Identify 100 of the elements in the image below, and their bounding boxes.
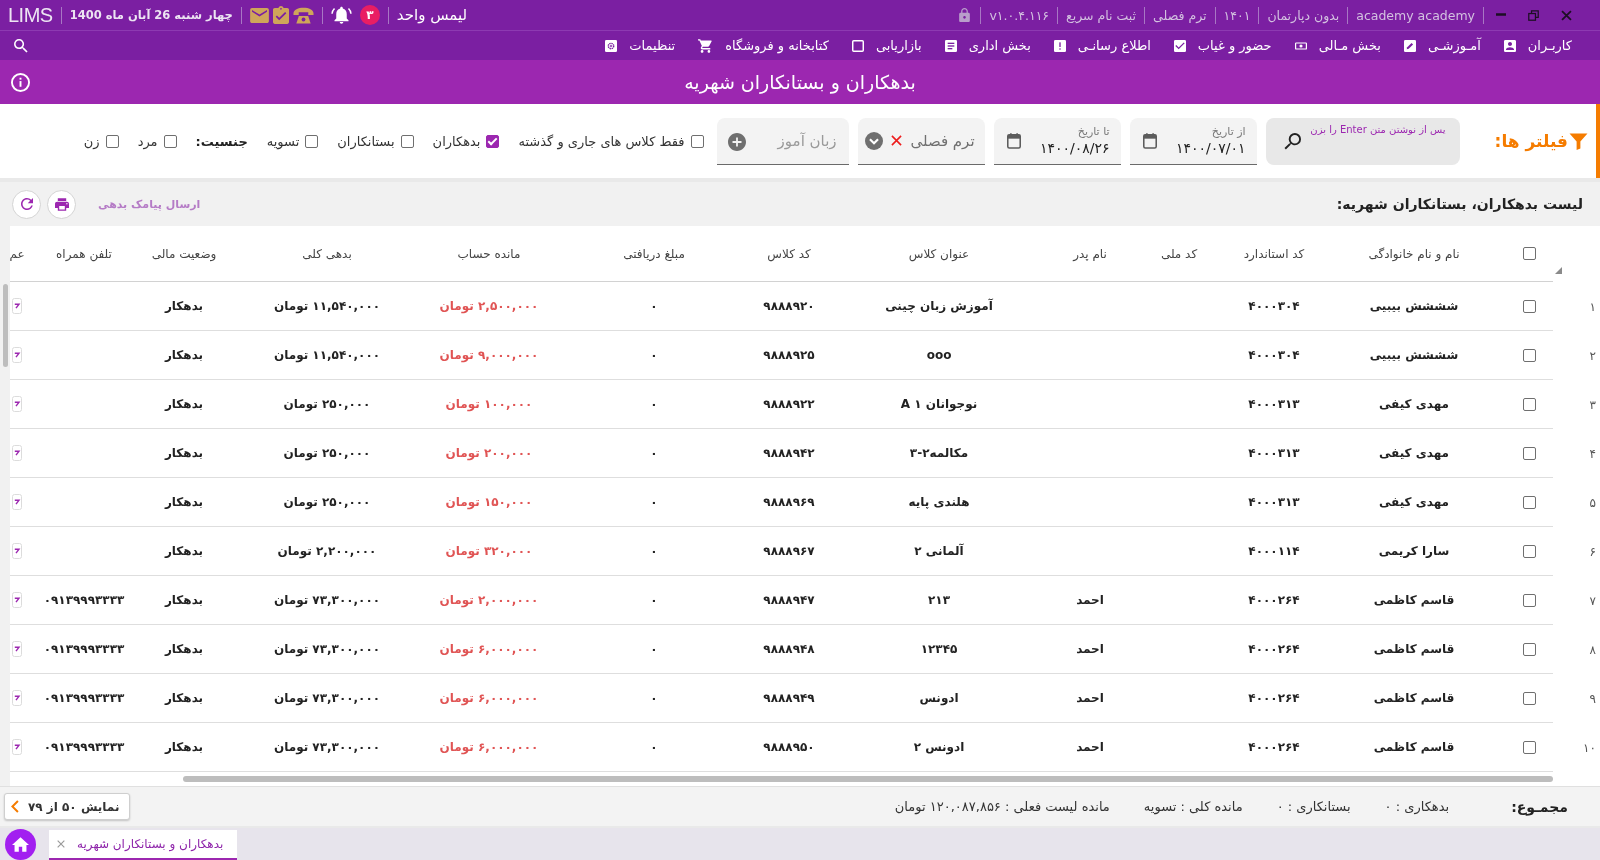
checkbox[interactable] (1522, 740, 1536, 754)
column-header[interactable]: کد استاندارد (1243, 246, 1305, 261)
close-icon[interactable] (57, 840, 65, 848)
table-cell: بدهکار (164, 495, 204, 509)
year-selector[interactable]: ۱۴۰۱ (1223, 7, 1251, 23)
list-title: لیست بدهکاران، بستانکاران شهریه: (1336, 196, 1583, 212)
unit-name[interactable]: لیمس واحد (396, 6, 468, 24)
mail-icon[interactable] (249, 7, 269, 23)
nav-menu-item[interactable]: کتابخانه و فروشگاه (698, 33, 829, 58)
column-header[interactable]: تلفن همراه (56, 246, 112, 261)
table-cell: ۷۳,۳۰۰,۰۰۰ تومان (273, 691, 381, 705)
checkbox[interactable] (486, 134, 500, 148)
term-selector[interactable]: ترم فصلی (1153, 7, 1207, 23)
row-action-icon[interactable] (12, 298, 22, 314)
horizontal-scrollbar[interactable] (183, 776, 1553, 782)
date-to-field[interactable]: ۱۴۰۰/۰۸/۲۶ (1028, 140, 1110, 156)
row-action-icon[interactable] (12, 347, 22, 363)
table-cell: ۰۹۱۳۹۹۹۳۳۳۳ (43, 593, 125, 607)
row-action-icon[interactable] (12, 543, 22, 559)
row-action-icon[interactable] (12, 739, 22, 755)
quick-register-link[interactable]: ثبت نام سریع (1066, 7, 1137, 23)
clipboard-check-icon[interactable] (272, 6, 289, 24)
column-header[interactable]: مانده حساب (457, 246, 521, 261)
checkbox-label: فقط کلاس های جاری و گذشته (518, 133, 685, 149)
date-text: چهار شنبه 26 آبان ماه 1400 (69, 8, 233, 22)
nav-menu-item[interactable]: حضور و غیاب (1173, 33, 1272, 58)
checkbox[interactable] (105, 134, 119, 148)
page-tab[interactable]: بدهکاران و بستانکاران شهریه (49, 830, 238, 860)
column-header[interactable]: کد کلاس (767, 246, 811, 261)
nav-menu-item[interactable]: تنظیمات (605, 33, 676, 58)
column-header[interactable]: نام پدر (1073, 246, 1107, 261)
column-header[interactable]: نام و نام خانوادگی (1368, 246, 1460, 261)
search-field[interactable]: پس از نوشتن متن Enter را بزن (1265, 117, 1460, 165)
student-field[interactable]: زبان آموز (716, 117, 849, 165)
account-name[interactable]: academy academy (1356, 7, 1475, 23)
checkbox[interactable] (400, 134, 414, 148)
lock-icon[interactable] (959, 8, 971, 22)
pager-button[interactable]: نمایش ۵۰ از ۷۹ (4, 793, 131, 820)
column-header[interactable]: کد ملی (1160, 246, 1198, 261)
clear-icon[interactable] (891, 135, 903, 146)
checkbox[interactable] (305, 134, 319, 148)
checkbox[interactable] (163, 134, 177, 148)
checkbox[interactable] (1522, 544, 1536, 558)
department-selector[interactable]: بدون دپارتمان (1267, 7, 1340, 23)
bell-icon[interactable] (330, 6, 352, 24)
checkbox[interactable] (1522, 593, 1536, 607)
checkbox[interactable] (1522, 348, 1536, 362)
column-header[interactable]: وضعیت مالی (151, 246, 217, 261)
vertical-scrollbar[interactable] (2, 284, 8, 367)
column-header[interactable]: عم (10, 246, 25, 261)
nav-menu-item[interactable]: بازاریابی (851, 33, 922, 58)
date-from-field[interactable]: ۱۴۰۰/۰۷/۰۱ (1164, 140, 1246, 156)
table-cell: بدهکار (164, 446, 204, 460)
table-cell: ۰ (650, 446, 658, 460)
table-cell: ۲۵۰,۰۰۰ تومان (283, 495, 371, 509)
checkbox[interactable] (1522, 642, 1536, 656)
telephone-icon[interactable] (292, 6, 314, 24)
refresh-button[interactable] (12, 189, 41, 219)
row-action-icon[interactable] (12, 445, 22, 461)
checkbox[interactable] (1522, 247, 1536, 260)
dropdown-icon[interactable] (865, 131, 884, 150)
chevron-left-icon (11, 800, 19, 813)
nav-menu-item[interactable]: بخش مـالی (1294, 33, 1381, 58)
row-action-icon[interactable] (12, 396, 22, 412)
table-cell: ۴۰۰۰۳۱۳ (1248, 397, 1300, 411)
checkbox[interactable] (1522, 446, 1536, 460)
row-number: ۱ (1589, 299, 1596, 314)
nav-menu-item[interactable]: بخش اداری (944, 33, 1031, 58)
calendar-icon[interactable] (1006, 132, 1021, 149)
nav-menu-item[interactable]: کاربـران (1503, 33, 1572, 58)
table-cell: ۱۱,۵۴۰,۰۰۰ تومان (273, 299, 381, 313)
row-number: ۹ (1589, 691, 1596, 706)
info-icon[interactable] (10, 72, 30, 92)
checkbox[interactable] (690, 134, 704, 148)
row-action-icon[interactable] (12, 494, 22, 510)
checkbox[interactable] (1522, 691, 1536, 705)
add-icon[interactable] (727, 132, 746, 151)
calendar-icon[interactable] (1142, 132, 1157, 149)
notification-badge: ۳ (359, 5, 380, 25)
home-button[interactable] (5, 828, 36, 860)
checkbox[interactable] (1522, 495, 1536, 509)
table-cell: ۴۰۰۰۲۶۴ (1248, 593, 1300, 607)
row-action-icon[interactable] (12, 592, 22, 608)
column-header[interactable]: مبلغ دریافتی (623, 246, 685, 261)
table-cell: ۲,۵۰۰,۰۰۰ تومان (439, 299, 539, 313)
table-cell: ۴۰۰۰۱۱۴ (1248, 544, 1300, 558)
column-header[interactable]: بدهی کلی (302, 246, 352, 261)
table-cell: ۰ (650, 397, 658, 411)
term-select[interactable]: ترم فصلی (857, 117, 985, 165)
print-button[interactable] (47, 189, 76, 219)
search-icon[interactable] (1283, 132, 1301, 150)
checkbox[interactable] (1522, 299, 1536, 313)
checkbox-label: بدهکاران (432, 133, 481, 149)
search-icon[interactable] (14, 38, 28, 53)
row-action-icon[interactable] (12, 690, 22, 706)
nav-menu-item[interactable]: آمـوزشـی (1403, 33, 1481, 58)
column-header[interactable]: عنوان کلاس (908, 246, 970, 261)
nav-menu-item[interactable]: اطلاع رسانـی (1053, 33, 1151, 58)
checkbox[interactable] (1522, 397, 1536, 411)
row-action-icon[interactable] (12, 641, 22, 657)
